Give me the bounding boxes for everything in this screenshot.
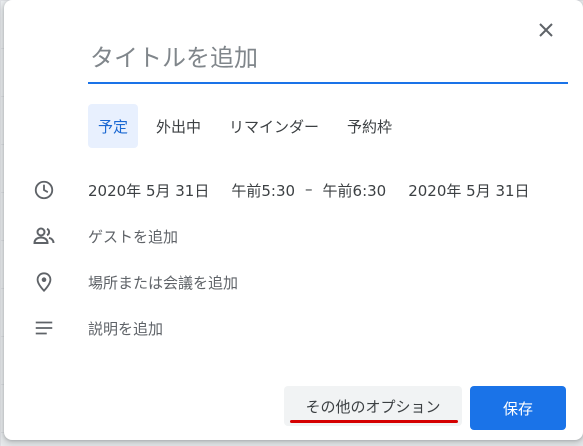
datetime-row[interactable]: 2020年 5月 31日 午前5:30 – 午前6:30 2020年 5月 31… [32,174,530,206]
end-time[interactable]: 午前6:30 [323,180,387,201]
tab-reminder[interactable]: リマインダー [219,104,329,148]
add-guests-label[interactable]: ゲストを追加 [88,226,178,247]
guests-row[interactable]: ゲストを追加 [32,220,178,252]
notes-icon [32,316,56,340]
title-field-wrapper [88,36,572,84]
description-row[interactable]: 説明を追加 [32,312,163,344]
title-input[interactable] [88,36,572,80]
event-type-tabs: 予定 外出中 リマインダー 予約枠 [88,104,402,148]
save-button[interactable]: 保存 [470,386,566,430]
add-location-label[interactable]: 場所または会議を追加 [88,272,238,293]
location-row[interactable]: 場所または会議を追加 [32,266,238,298]
people-icon [32,224,56,248]
event-quick-create-dialog: 予定 外出中 リマインダー 予約枠 2020年 5月 31日 午前5:30 – … [4,0,583,440]
add-description-label[interactable]: 説明を追加 [88,318,163,339]
location-pin-icon [32,270,56,294]
clock-icon [32,178,56,202]
datetime-text: 2020年 5月 31日 午前5:30 – 午前6:30 2020年 5月 31… [88,180,530,201]
more-options-label: その他のオプション [305,397,441,416]
start-time[interactable]: 午前5:30 [231,180,295,201]
tab-out-of-office[interactable]: 外出中 [146,104,211,148]
tab-event[interactable]: 予定 [88,104,139,148]
end-date[interactable]: 2020年 5月 31日 [408,180,529,201]
save-label: 保存 [502,399,533,418]
start-date[interactable]: 2020年 5月 31日 [88,180,209,201]
tab-appointment-slots[interactable]: 予約枠 [337,104,402,148]
annotation-underline [290,420,458,423]
time-separator: – [305,179,313,198]
